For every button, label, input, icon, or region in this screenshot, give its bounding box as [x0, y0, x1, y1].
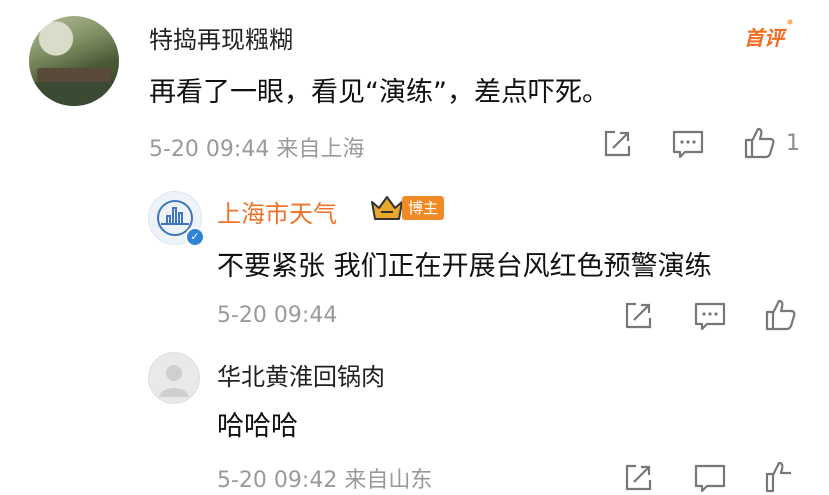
like-icon[interactable]: [743, 126, 777, 160]
comment-username[interactable]: 特捣再现糨糊: [149, 20, 293, 55]
reply-text: 不要紧张 我们正在开展台风红色预警演练: [217, 251, 712, 282]
comment-icon[interactable]: [693, 301, 727, 333]
comment-meta: 5-20 09:44 来自上海: [149, 137, 365, 162]
avatar-user[interactable]: [29, 16, 119, 106]
like-icon[interactable]: [764, 460, 798, 494]
avatar-photo-water: [29, 82, 119, 106]
comment-icon[interactable]: [671, 129, 705, 161]
reply-meta: 5-20 09:42 来自山东: [217, 468, 433, 493]
reply-username[interactable]: 华北黄淮回锅肉: [217, 357, 385, 392]
crown-icon: [370, 194, 404, 222]
share-icon[interactable]: [601, 128, 633, 160]
share-icon[interactable]: [622, 300, 654, 332]
first-comment-badge: 首评: [744, 16, 796, 51]
like-count: 1: [786, 131, 800, 156]
author-tag: 博主: [402, 196, 445, 220]
reply-text: 哈哈哈: [217, 411, 298, 442]
avatar-photo-bridge: [37, 68, 111, 82]
reply-username[interactable]: 上海市天气: [217, 194, 337, 229]
reply-meta: 5-20 09:44: [217, 303, 338, 328]
verified-badge-icon: ✓: [185, 227, 205, 247]
avatar-default[interactable]: [148, 352, 200, 404]
comment-text: 再看了一眼，看见“演练”，差点吓死。: [149, 77, 609, 108]
comment-icon[interactable]: [693, 463, 727, 495]
share-icon[interactable]: [622, 462, 654, 494]
like-icon[interactable]: [764, 298, 798, 332]
